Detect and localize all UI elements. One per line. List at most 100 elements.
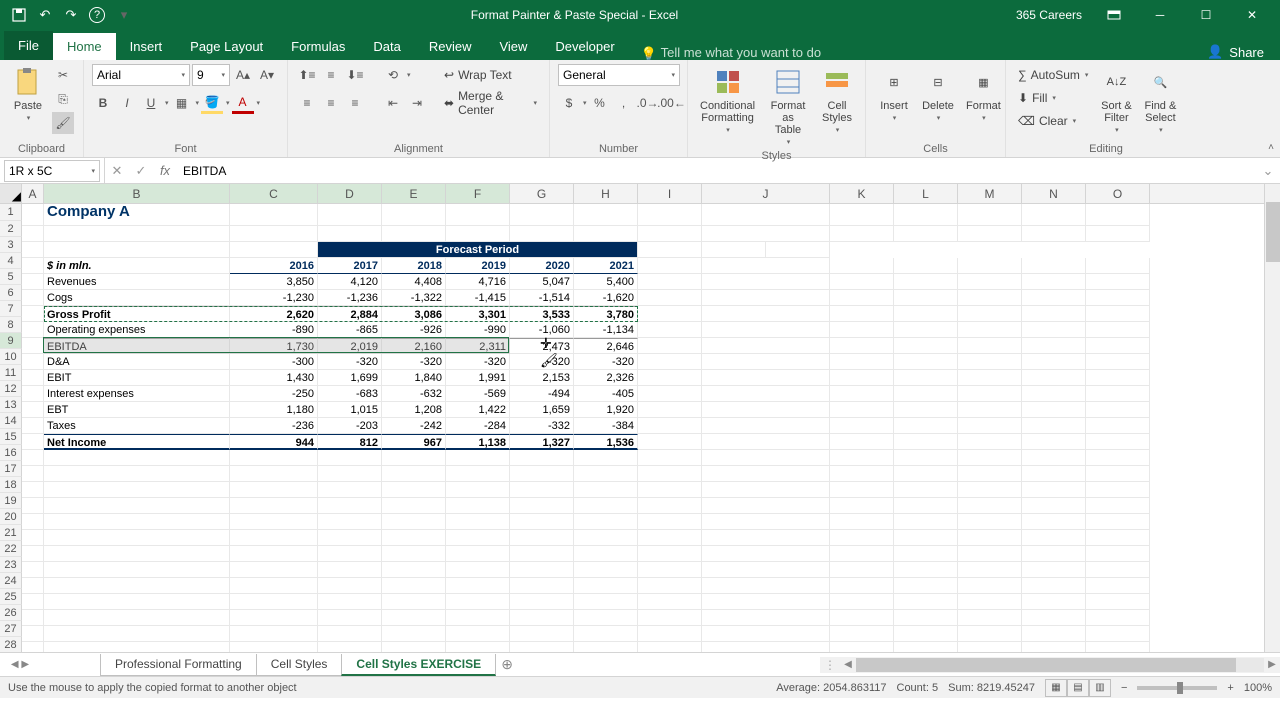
share-button[interactable]: 👤 Share: [1207, 44, 1264, 60]
row-header-19[interactable]: 19: [0, 493, 22, 509]
row-label-ebt[interactable]: EBT: [44, 402, 230, 418]
conditional-formatting-button[interactable]: Conditional Formatting▾: [696, 64, 759, 136]
format-as-table-button[interactable]: Format as Table▾: [763, 64, 813, 148]
underline-button[interactable]: U: [140, 92, 162, 114]
row-header-2[interactable]: 2: [0, 221, 22, 237]
page-break-view-icon[interactable]: ▥: [1089, 679, 1111, 697]
find-select-button[interactable]: 🔍Find & Select▾: [1140, 64, 1180, 136]
tab-data[interactable]: Data: [359, 33, 414, 60]
col-header-K[interactable]: K: [830, 184, 894, 203]
row-header-26[interactable]: 26: [0, 605, 22, 621]
font-color-icon[interactable]: A: [232, 92, 254, 114]
row-header-14[interactable]: 14: [0, 413, 22, 429]
col-header-O[interactable]: O: [1086, 184, 1150, 203]
row-header-16[interactable]: 16: [0, 445, 22, 461]
row-label-net-income[interactable]: Net Income: [44, 434, 230, 450]
col-header-L[interactable]: L: [894, 184, 958, 203]
font-name-select[interactable]: Arial▾: [92, 64, 190, 86]
row-header-3[interactable]: 3: [0, 237, 22, 253]
fill-button[interactable]: ⬇Fill▾: [1014, 87, 1092, 109]
row-header-9[interactable]: 9: [0, 333, 22, 349]
row-header-4[interactable]: 4: [0, 253, 22, 269]
row-label-revenues[interactable]: Revenues: [44, 274, 230, 290]
row-header-24[interactable]: 24: [0, 573, 22, 589]
font-size-select[interactable]: 9▾: [192, 64, 230, 86]
align-top-icon[interactable]: ⬆≡: [296, 64, 318, 86]
increase-decimal-icon[interactable]: .0→: [637, 92, 659, 114]
qat-dropdown-icon[interactable]: ▾: [115, 6, 133, 24]
scrollbar-thumb[interactable]: [856, 658, 1236, 672]
row-header-25[interactable]: 25: [0, 589, 22, 605]
align-right-icon[interactable]: ≡: [344, 92, 366, 114]
row-label-interest-expenses[interactable]: Interest expenses: [44, 386, 230, 402]
row-label-gross-profit[interactable]: Gross Profit: [44, 306, 230, 322]
row-header-22[interactable]: 22: [0, 541, 22, 557]
tab-review[interactable]: Review: [415, 33, 486, 60]
select-all-corner[interactable]: ◢: [0, 184, 22, 203]
copy-icon[interactable]: ⎘: [52, 88, 74, 110]
zoom-level[interactable]: 100%: [1244, 682, 1272, 694]
year-2019[interactable]: 2019: [446, 258, 510, 274]
tab-home[interactable]: Home: [53, 33, 116, 60]
borders-icon[interactable]: ▦: [171, 92, 193, 114]
add-sheet-button[interactable]: ⊕: [495, 656, 519, 673]
row-label-d&a[interactable]: D&A: [44, 354, 230, 370]
delete-cells-button[interactable]: ⊟Delete▾: [918, 64, 958, 124]
number-format-select[interactable]: General▾: [558, 64, 680, 86]
row-header-1[interactable]: 1: [0, 204, 22, 221]
align-middle-icon[interactable]: ≡: [320, 64, 342, 86]
tab-view[interactable]: View: [485, 33, 541, 60]
fill-color-icon[interactable]: 🪣: [201, 92, 223, 114]
vertical-scrollbar[interactable]: [1264, 184, 1280, 652]
maximize-button[interactable]: ☐: [1186, 4, 1226, 26]
col-header-I[interactable]: I: [638, 184, 702, 203]
year-2017[interactable]: 2017: [318, 258, 382, 274]
row-header-8[interactable]: 8: [0, 317, 22, 333]
wrap-text-button[interactable]: ↩Wrap Text: [440, 64, 541, 86]
row-label-operating-expenses[interactable]: Operating expenses: [44, 322, 230, 338]
formula-input[interactable]: EBITDA: [177, 164, 1256, 178]
col-header-J[interactable]: J: [702, 184, 830, 203]
tab-formulas[interactable]: Formulas: [277, 33, 359, 60]
sheet-tab-professional-formatting[interactable]: Professional Formatting: [100, 654, 257, 676]
col-header-D[interactable]: D: [318, 184, 382, 203]
save-icon[interactable]: [10, 6, 28, 24]
scroll-left-icon[interactable]: ◀: [840, 659, 856, 670]
name-box[interactable]: 1R x 5C▾: [4, 160, 100, 182]
italic-button[interactable]: I: [116, 92, 138, 114]
sort-filter-button[interactable]: A↓ZSort & Filter▾: [1096, 64, 1136, 136]
row-header-7[interactable]: 7: [0, 301, 22, 317]
align-left-icon[interactable]: ≡: [296, 92, 318, 114]
row-header-15[interactable]: 15: [0, 429, 22, 445]
tab-insert[interactable]: Insert: [116, 33, 177, 60]
row-header-27[interactable]: 27: [0, 621, 22, 637]
col-header-N[interactable]: N: [1022, 184, 1086, 203]
year-2021[interactable]: 2021: [574, 258, 638, 274]
help-icon[interactable]: ?: [88, 6, 106, 24]
close-button[interactable]: ✕: [1232, 4, 1272, 26]
in-mln-label[interactable]: $ in mln.: [44, 258, 230, 274]
company-title[interactable]: Company A: [44, 204, 230, 226]
cells-area[interactable]: Company AForecast Period$ in mln.2016201…: [22, 204, 1280, 652]
align-center-icon[interactable]: ≡: [320, 92, 342, 114]
col-header-C[interactable]: C: [230, 184, 318, 203]
normal-view-icon[interactable]: ▦: [1045, 679, 1067, 697]
row-header-5[interactable]: 5: [0, 269, 22, 285]
row-header-11[interactable]: 11: [0, 365, 22, 381]
col-header-M[interactable]: M: [958, 184, 1022, 203]
sheet-nav[interactable]: ◀ ▶: [0, 659, 40, 670]
accounting-icon[interactable]: $: [558, 92, 580, 114]
zoom-slider[interactable]: [1137, 686, 1217, 690]
bold-button[interactable]: B: [92, 92, 114, 114]
sheet-tab-cell-styles[interactable]: Cell Styles: [256, 654, 343, 676]
page-layout-view-icon[interactable]: ▤: [1067, 679, 1089, 697]
year-2018[interactable]: 2018: [382, 258, 446, 274]
grow-font-icon[interactable]: A▴: [232, 64, 254, 86]
row-label-taxes[interactable]: Taxes: [44, 418, 230, 434]
align-bottom-icon[interactable]: ⬇≡: [344, 64, 366, 86]
tell-me[interactable]: 💡 Tell me what you want to do: [641, 45, 821, 60]
zoom-out-button[interactable]: −: [1121, 682, 1127, 694]
row-header-21[interactable]: 21: [0, 525, 22, 541]
increase-indent-icon[interactable]: ⇥: [406, 92, 428, 114]
clear-button[interactable]: ⌫Clear▾: [1014, 110, 1092, 132]
